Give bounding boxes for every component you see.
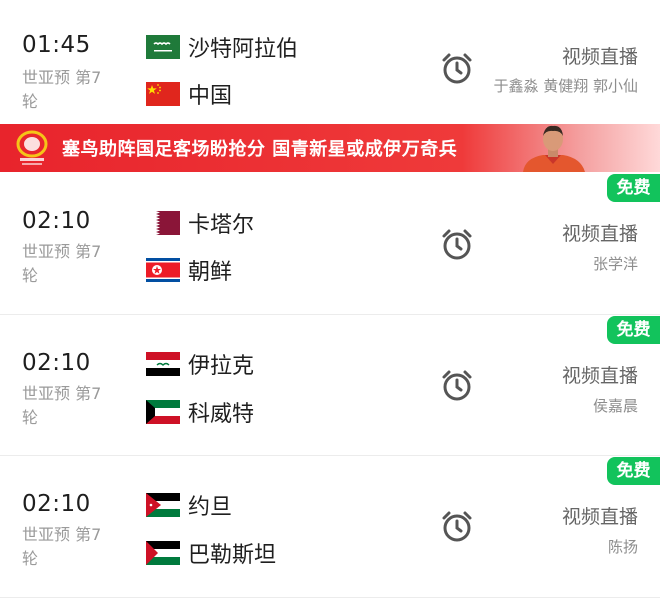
commentators: 陈扬 bbox=[607, 538, 638, 556]
match-round: 世亚预 第7轮 bbox=[22, 384, 102, 427]
alarm-clock-icon[interactable] bbox=[439, 509, 475, 545]
away-team-name: 中国 bbox=[188, 84, 233, 109]
qatar-flag-icon bbox=[146, 211, 180, 235]
away-team-name: 巴勒斯坦 bbox=[188, 543, 277, 568]
video-live-link[interactable]: 视频直播 bbox=[562, 361, 638, 388]
match-card[interactable]: 02:10 世亚预 第7轮 伊拉克 科威特 视频直播 侯嘉晨 bbox=[0, 315, 660, 455]
home-team: 伊拉克 bbox=[146, 349, 254, 379]
match-round: 世亚预 第7轮 bbox=[22, 68, 102, 111]
china-flag-icon bbox=[146, 82, 180, 106]
home-team: 沙特阿拉伯 bbox=[146, 32, 298, 62]
video-live-link[interactable]: 视频直播 bbox=[562, 219, 638, 246]
match-card[interactable]: 01:45 世亚预 第7轮 沙特阿拉伯 中国 视频直播 于鑫淼 黄健翔 郭小仙 bbox=[0, 0, 660, 124]
match-card[interactable]: 02:10 世亚预 第7轮 约旦 巴勒斯坦 视频直播 陈扬 bbox=[0, 456, 660, 596]
away-team-name: 朝鲜 bbox=[188, 260, 233, 285]
match-time: 02:10 bbox=[22, 491, 91, 517]
alarm-clock-icon[interactable] bbox=[439, 227, 475, 263]
iraq-flag-icon bbox=[146, 352, 180, 376]
away-team: 中国 bbox=[146, 79, 232, 109]
commentators: 侯嘉晨 bbox=[592, 397, 638, 415]
divider bbox=[0, 597, 660, 598]
qualifiers-logo-icon bbox=[12, 128, 52, 168]
video-live-link[interactable]: 视频直播 bbox=[562, 502, 638, 529]
commentators: 于鑫淼 黄健翔 郭小仙 bbox=[493, 77, 638, 95]
video-live-link[interactable]: 视频直播 bbox=[562, 42, 638, 69]
match-round: 世亚预 第7轮 bbox=[22, 525, 102, 568]
match-time: 02:10 bbox=[22, 350, 91, 376]
home-team: 卡塔尔 bbox=[146, 208, 254, 238]
away-team: 巴勒斯坦 bbox=[146, 538, 276, 568]
north-korea-flag-icon bbox=[146, 258, 180, 282]
away-team: 科威特 bbox=[146, 397, 254, 427]
home-team-name: 卡塔尔 bbox=[188, 213, 255, 238]
match-card[interactable]: 02:10 世亚预 第7轮 卡塔尔 朝鲜 视频直播 张学洋 bbox=[0, 172, 660, 314]
player-photo bbox=[515, 124, 591, 172]
away-team: 朝鲜 bbox=[146, 255, 232, 285]
alarm-clock-icon[interactable] bbox=[439, 51, 475, 87]
jordan-flag-icon bbox=[146, 493, 180, 517]
home-team: 约旦 bbox=[146, 490, 232, 520]
banner-headline: 塞鸟助阵国足客场盼抢分 国青新星或成伊万奇兵 bbox=[62, 139, 458, 160]
home-team-name: 沙特阿拉伯 bbox=[188, 37, 299, 62]
alarm-clock-icon[interactable] bbox=[439, 368, 475, 404]
match-time: 01:45 bbox=[22, 32, 91, 58]
commentators: 张学洋 bbox=[592, 255, 638, 273]
home-team-name: 伊拉克 bbox=[188, 354, 255, 379]
away-team-name: 科威特 bbox=[188, 402, 255, 427]
match-round: 世亚预 第7轮 bbox=[22, 242, 102, 285]
palestine-flag-icon bbox=[146, 541, 180, 565]
saudi-arabia-flag-icon bbox=[146, 35, 180, 59]
match-time: 02:10 bbox=[22, 208, 91, 234]
news-banner[interactable]: 塞鸟助阵国足客场盼抢分 国青新星或成伊万奇兵 bbox=[0, 124, 660, 172]
home-team-name: 约旦 bbox=[188, 495, 233, 520]
kuwait-flag-icon bbox=[146, 400, 180, 424]
